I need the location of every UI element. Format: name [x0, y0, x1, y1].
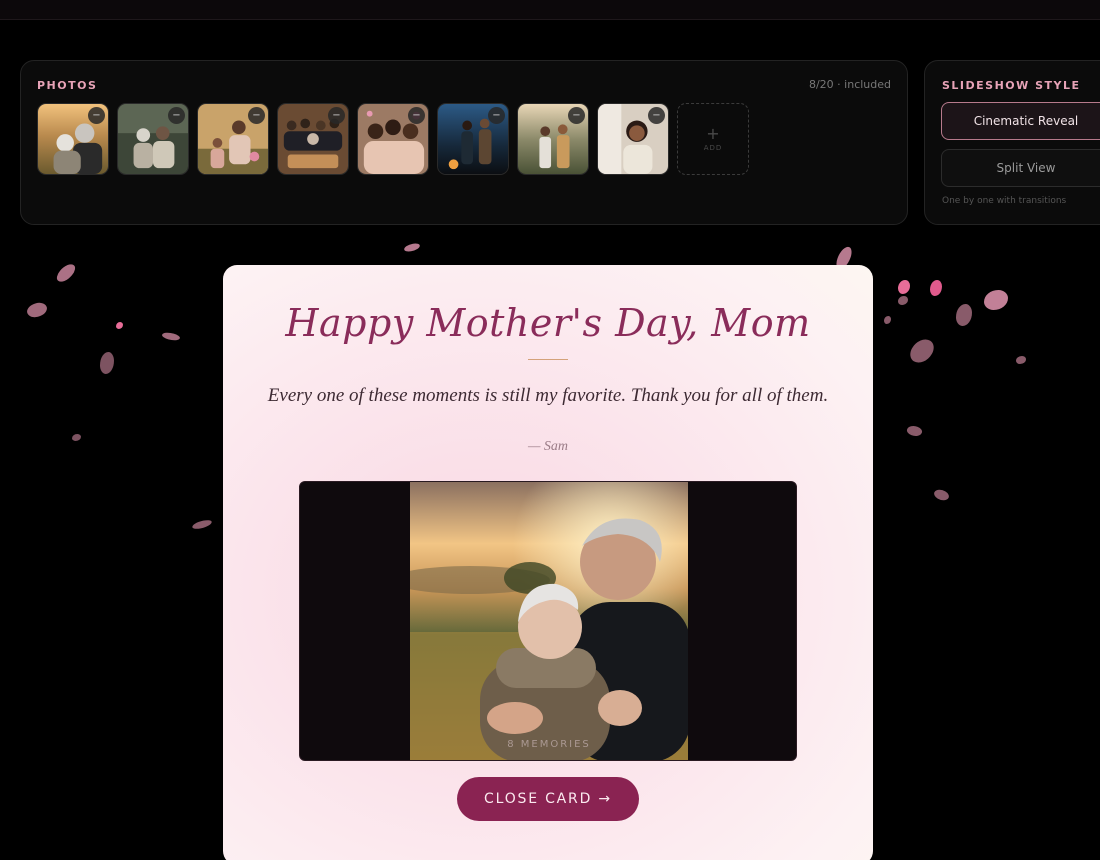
- card-message: Every one of these moments is still my f…: [267, 385, 829, 406]
- photo-thumbnail[interactable]: −: [197, 103, 269, 175]
- slideshow-viewer[interactable]: 8 MEMORIES: [299, 481, 797, 761]
- card-title: Happy Mother's Day, Mom: [285, 301, 811, 345]
- greeting-card: Happy Mother's Day, Mom Every one of the…: [223, 265, 873, 860]
- photos-title: PHOTOS: [37, 79, 98, 92]
- add-photo-label: ADD: [703, 144, 723, 152]
- slideshow-style-panel: SLIDESHOW STYLE Cinematic Reveal Split V…: [924, 60, 1100, 225]
- remove-photo-icon[interactable]: −: [168, 107, 185, 124]
- remove-photo-icon[interactable]: −: [568, 107, 585, 124]
- photos-panel: PHOTOS 8/20 · included − − − − − − − − +…: [20, 60, 908, 225]
- add-photo-button[interactable]: + ADD: [677, 103, 749, 175]
- close-card-button[interactable]: CLOSE CARD →: [457, 777, 639, 821]
- slideshow-photo: [410, 482, 688, 760]
- remove-photo-icon[interactable]: −: [328, 107, 345, 124]
- photo-thumbnail[interactable]: −: [597, 103, 669, 175]
- photo-thumbnails: − − − − − − − − + ADD: [37, 103, 749, 175]
- plus-icon: +: [706, 124, 720, 143]
- photo-thumbnail[interactable]: −: [277, 103, 349, 175]
- photo-thumbnail[interactable]: −: [357, 103, 429, 175]
- remove-photo-icon[interactable]: −: [648, 107, 665, 124]
- photo-thumbnail[interactable]: −: [437, 103, 509, 175]
- photo-thumbnail[interactable]: −: [517, 103, 589, 175]
- memories-count: 8 MEMORIES: [507, 739, 591, 750]
- title-divider: [528, 359, 568, 360]
- top-bar: [0, 0, 1100, 20]
- photo-count: 8/20 · included: [808, 78, 891, 91]
- photo-thumbnail[interactable]: −: [117, 103, 189, 175]
- remove-photo-icon[interactable]: −: [488, 107, 505, 124]
- slideshow-style-title: SLIDESHOW STYLE: [942, 79, 1081, 92]
- remove-photo-icon[interactable]: −: [88, 107, 105, 124]
- remove-photo-icon[interactable]: −: [248, 107, 265, 124]
- remove-photo-icon[interactable]: −: [408, 107, 425, 124]
- photo-thumbnail[interactable]: −: [37, 103, 109, 175]
- style-hint: One by one with transitions: [942, 196, 1067, 206]
- style-option-split-view[interactable]: Split View: [941, 149, 1100, 187]
- card-signature: — Sam: [527, 439, 569, 454]
- style-option-cinematic-reveal[interactable]: Cinematic Reveal: [941, 102, 1100, 140]
